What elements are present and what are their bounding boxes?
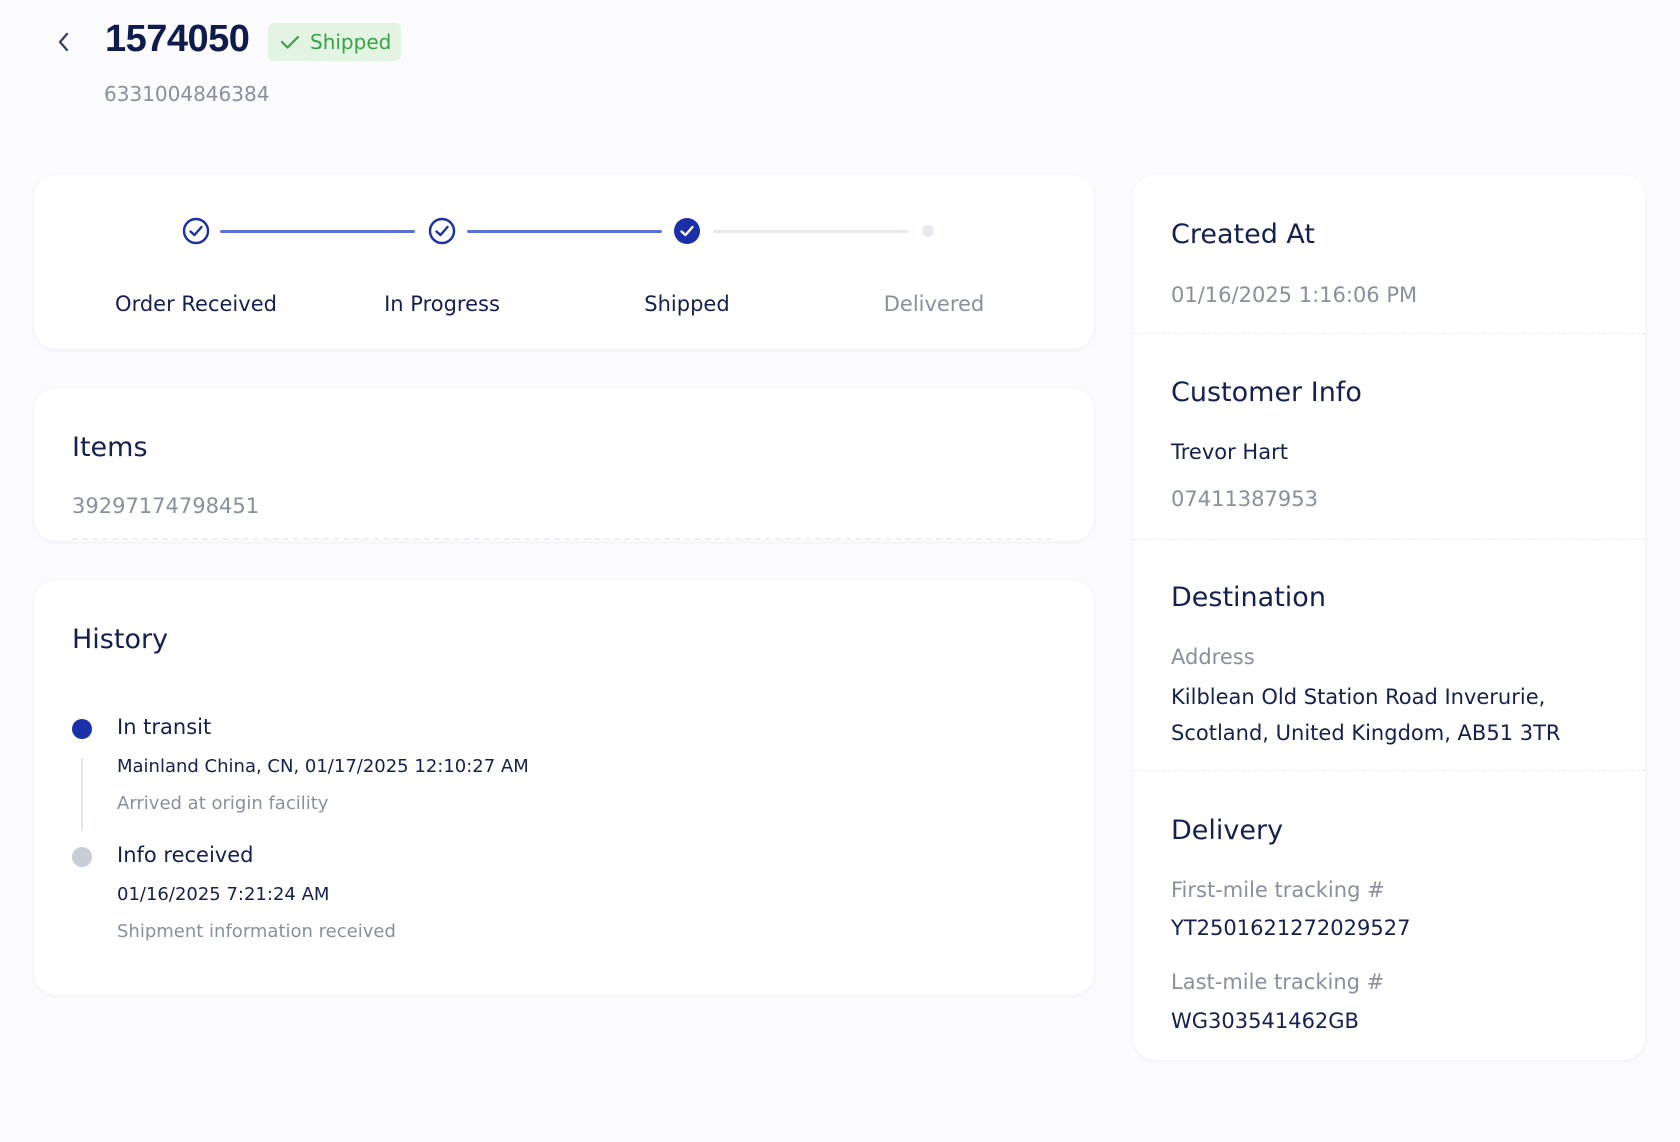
customer-name: Trevor Hart bbox=[1171, 440, 1288, 464]
history-card: History In transit Mainland China, CN, 0… bbox=[34, 580, 1094, 995]
step-connector bbox=[220, 230, 415, 233]
step-order-received: Order Received bbox=[115, 292, 277, 316]
page-header: 1574050 Shipped 6331004846384 bbox=[0, 0, 1680, 130]
first-mile-label: First-mile tracking # bbox=[1171, 878, 1385, 902]
back-button[interactable] bbox=[50, 28, 78, 56]
last-mile-label: Last-mile tracking # bbox=[1171, 970, 1385, 994]
history-title: History bbox=[72, 624, 169, 655]
circle-check-icon bbox=[428, 217, 456, 245]
history-event-status: Info received bbox=[117, 843, 254, 867]
delivery-title: Delivery bbox=[1171, 815, 1284, 846]
section-divider bbox=[1133, 770, 1645, 771]
order-details-panel: Created At 01/16/2025 1:16:06 PM Custome… bbox=[1133, 175, 1645, 1060]
progress-card: Order Received In Progress Shipped Deliv… bbox=[34, 175, 1094, 349]
history-event-description: Arrived at origin facility bbox=[117, 793, 329, 814]
step-shipped: Shipped bbox=[644, 292, 730, 316]
history-event-description: Shipment information received bbox=[117, 921, 396, 942]
first-mile-tracking[interactable]: YT2501621272029527 bbox=[1171, 916, 1410, 940]
address-label: Address bbox=[1171, 645, 1255, 669]
status-badge-label: Shipped bbox=[310, 30, 392, 54]
items-divider bbox=[72, 538, 1052, 540]
section-divider bbox=[1133, 333, 1645, 334]
chevron-left-icon bbox=[58, 32, 69, 52]
address-line: Scotland, United Kingdom, AB51 3TR bbox=[1171, 721, 1561, 745]
step-connector bbox=[467, 230, 662, 233]
last-mile-tracking[interactable]: WG303541462GB bbox=[1171, 1009, 1359, 1033]
address-line: Kilblean Old Station Road Inverurie, bbox=[1171, 685, 1546, 709]
items-card: Items 39297174798451 bbox=[34, 388, 1094, 541]
order-number: 1574050 bbox=[105, 18, 250, 60]
timeline-connector bbox=[81, 758, 83, 830]
history-event-location: Mainland China, CN, 01/17/2025 12:10:27 … bbox=[117, 756, 529, 777]
created-at-value: 01/16/2025 1:16:06 PM bbox=[1171, 283, 1418, 307]
item-sku: 39297174798451 bbox=[72, 494, 260, 518]
section-divider bbox=[1133, 539, 1645, 540]
history-event-status: In transit bbox=[117, 715, 212, 739]
check-icon bbox=[280, 35, 300, 49]
address-value: Kilblean Old Station Road Inverurie, Sco… bbox=[1171, 679, 1631, 751]
step-delivered: Delivered bbox=[883, 292, 985, 316]
dot-icon bbox=[922, 225, 934, 237]
timeline-dot-inactive bbox=[72, 847, 92, 867]
step-connector bbox=[713, 230, 908, 233]
items-title: Items bbox=[72, 432, 148, 463]
customer-info-title: Customer Info bbox=[1171, 377, 1362, 408]
created-at-title: Created At bbox=[1171, 219, 1316, 250]
timeline-dot-active bbox=[72, 719, 92, 739]
status-badge: Shipped bbox=[268, 23, 402, 61]
history-event-location: 01/16/2025 7:21:24 AM bbox=[117, 884, 330, 905]
step-in-progress: In Progress bbox=[384, 292, 500, 316]
circle-check-icon bbox=[182, 217, 210, 245]
customer-phone: 07411387953 bbox=[1171, 487, 1318, 511]
order-reference: 6331004846384 bbox=[104, 82, 270, 106]
filled-circle-check-icon bbox=[674, 218, 700, 244]
destination-title: Destination bbox=[1171, 582, 1326, 613]
